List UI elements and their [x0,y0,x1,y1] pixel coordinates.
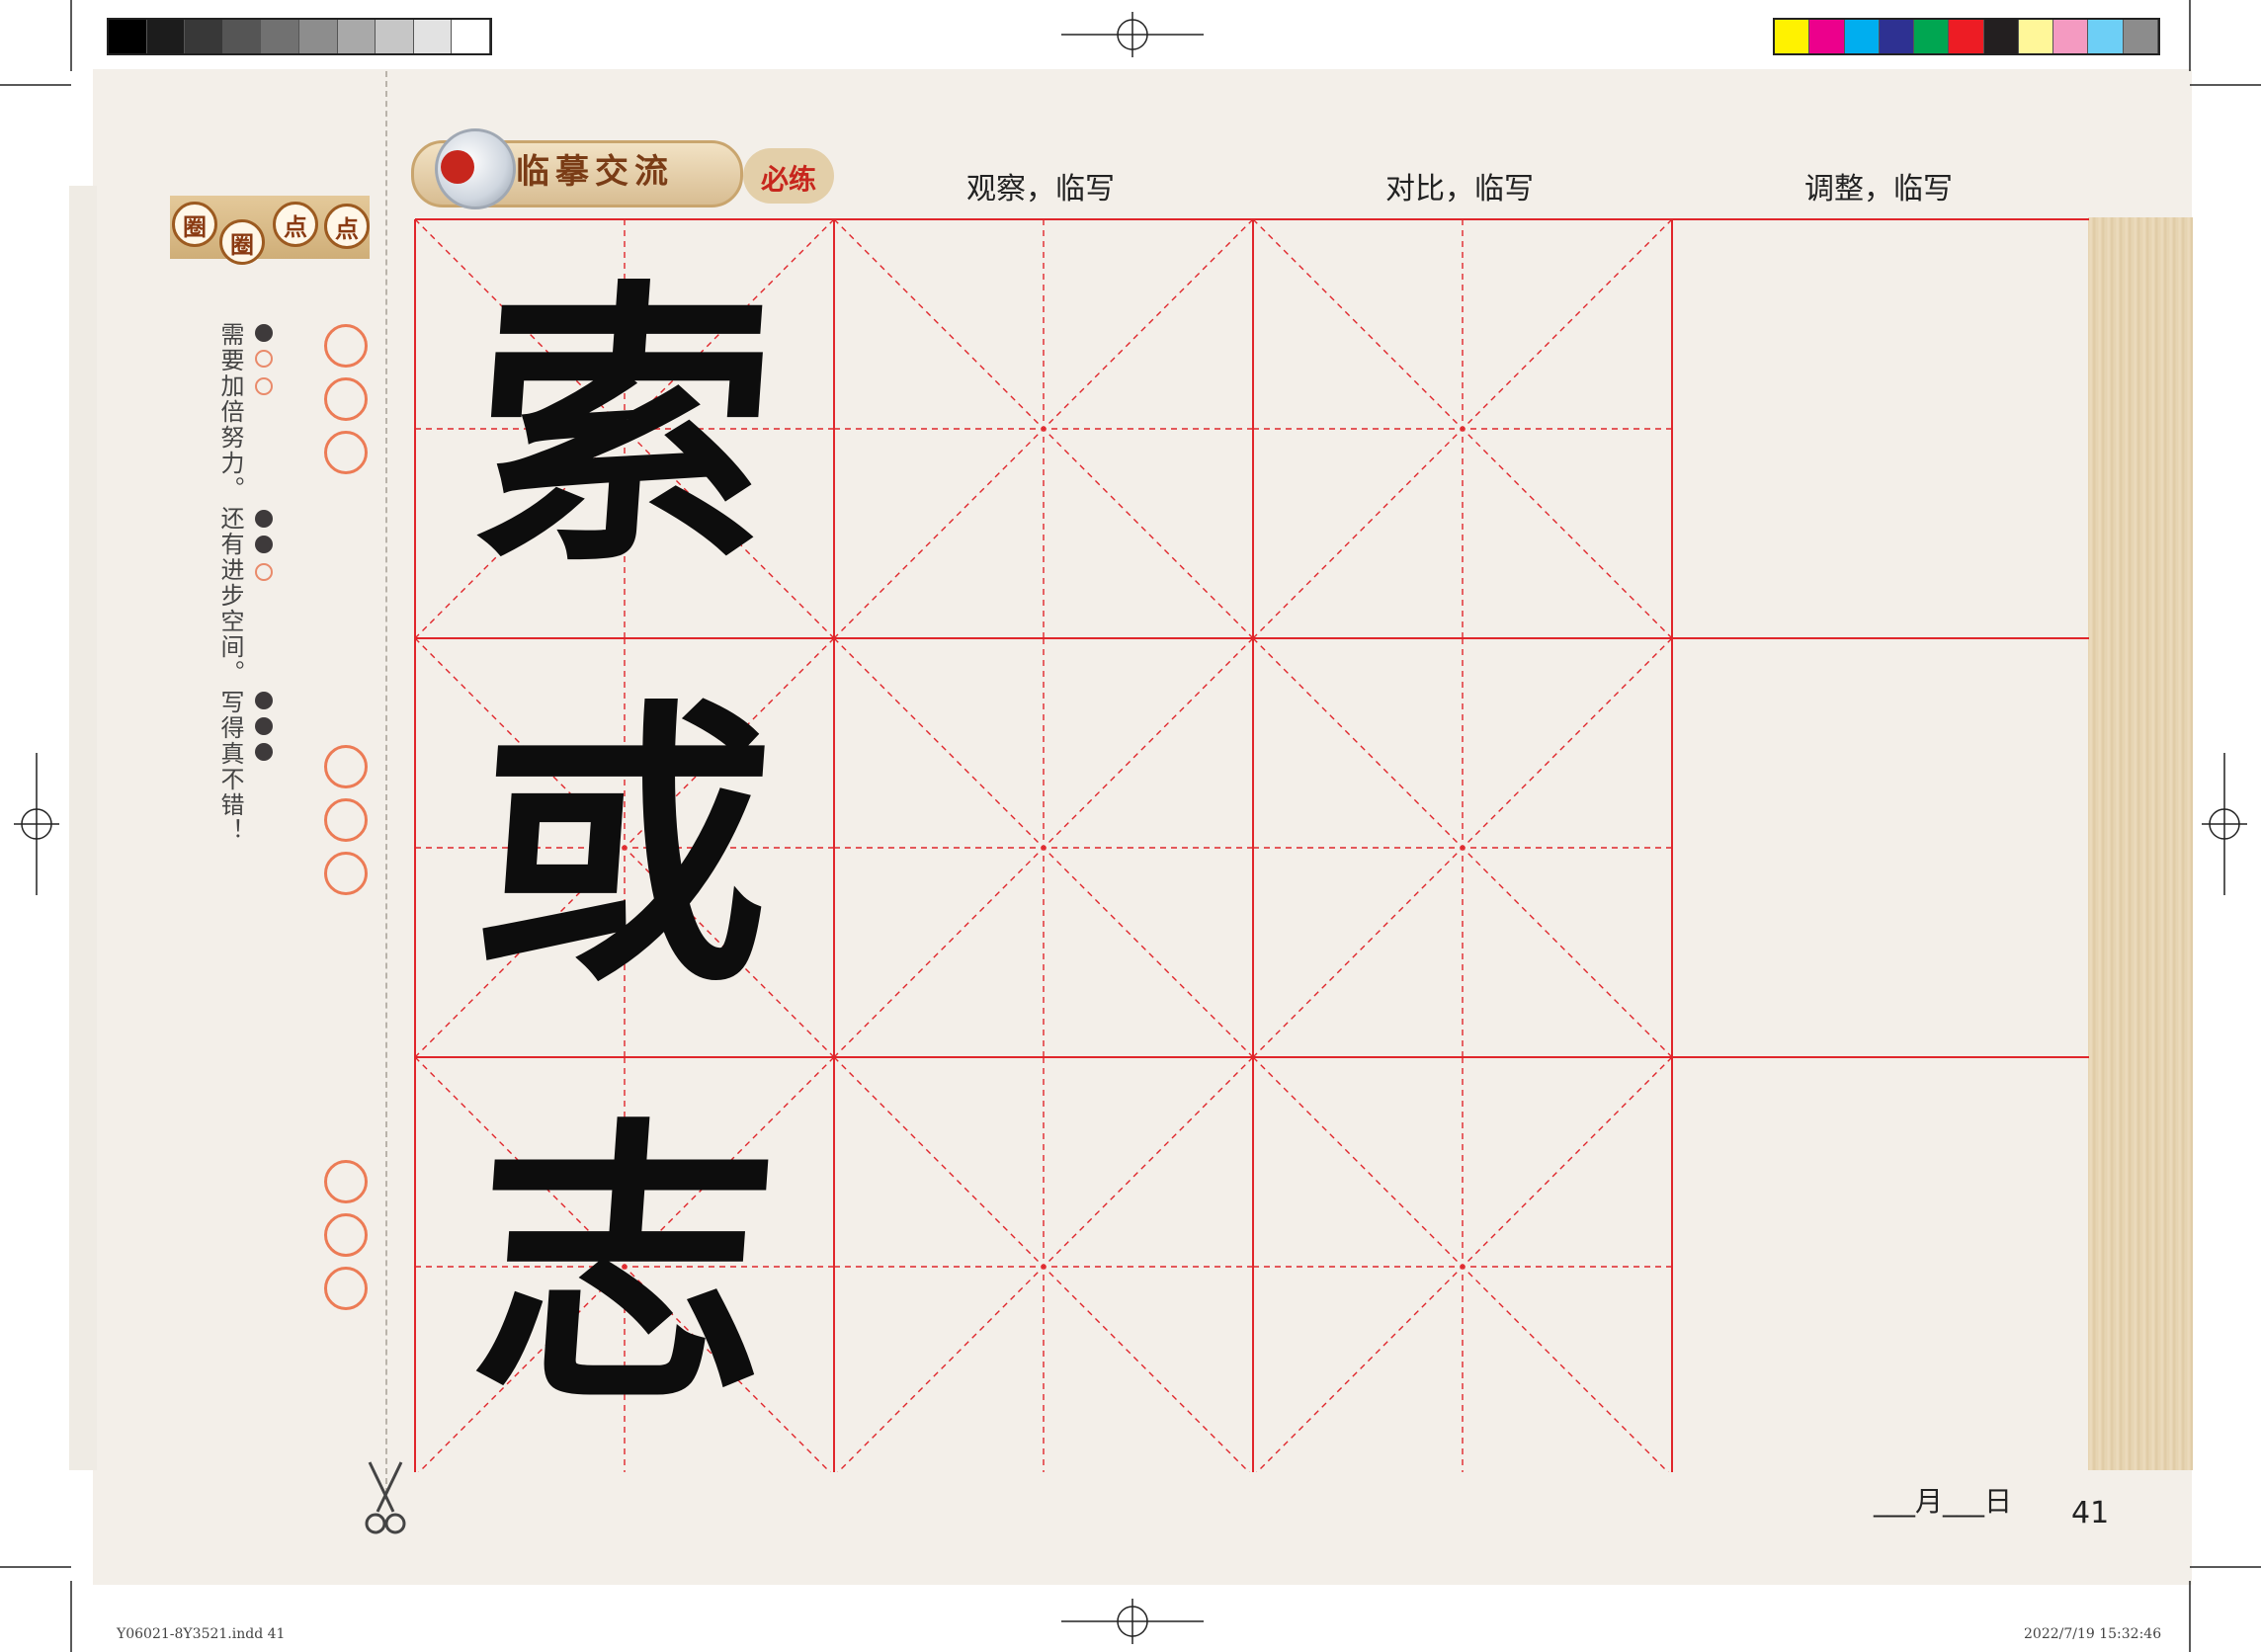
rating-circle[interactable] [324,377,368,421]
column-header-compare: 对比，临写 [1385,172,1534,206]
rating-circle[interactable] [324,1267,368,1310]
rating-circle[interactable] [324,852,368,895]
rating-text-2: 还有进步空间。 [216,506,244,686]
print-timestamp: 2022/7/19 15:32:46 [2024,1626,2162,1642]
rating-circle[interactable] [324,745,368,788]
registration-mark-top [1061,12,1204,57]
column-header-observe: 观察，临写 [966,172,1115,206]
rating-dot-empty [255,563,273,581]
rating-circle[interactable] [324,798,368,842]
badge-char-3: 点 [273,202,318,247]
rating-circle[interactable] [324,431,368,474]
rating-dot [255,536,273,553]
rating-circle[interactable] [324,1160,368,1203]
badge-char-2: 圈 [219,219,265,265]
rating-dot [255,717,273,735]
sample-char-suo: 索 [462,254,785,603]
rating-text-3: 写得真不错！ [216,690,244,844]
registration-mark-right [2202,753,2247,895]
rating-dot-empty [255,377,273,395]
file-name: Y06021-8Y3521.indd 41 [117,1626,286,1642]
seal-icon [441,150,474,184]
page-number: 41 [2071,1496,2110,1530]
rating-circle[interactable] [324,324,368,368]
rating-circle[interactable] [324,1213,368,1257]
scissors-icon [362,1460,409,1537]
rating-dot [255,692,273,709]
rating-dot-empty [255,350,273,368]
sample-char-huo: 或 [462,673,785,1022]
registration-mark-left [14,753,59,895]
rating-dot [255,510,273,528]
badge-char-1: 圈 [172,202,217,247]
sample-char-zhi: 志 [462,1092,785,1441]
section-title: 临摹交流 [516,152,674,192]
rating-dot [255,324,273,342]
badge-char-4: 点 [324,204,370,249]
rating-dot [255,743,273,761]
required-tag: 必练 [761,163,817,196]
column-header-adjust: 调整，临写 [1804,172,1953,206]
rating-text-1: 需要加倍努力。 [216,322,244,502]
date-field[interactable]: ___月___日 [1874,1480,2012,1520]
registration-mark-bottom [1061,1599,1204,1644]
